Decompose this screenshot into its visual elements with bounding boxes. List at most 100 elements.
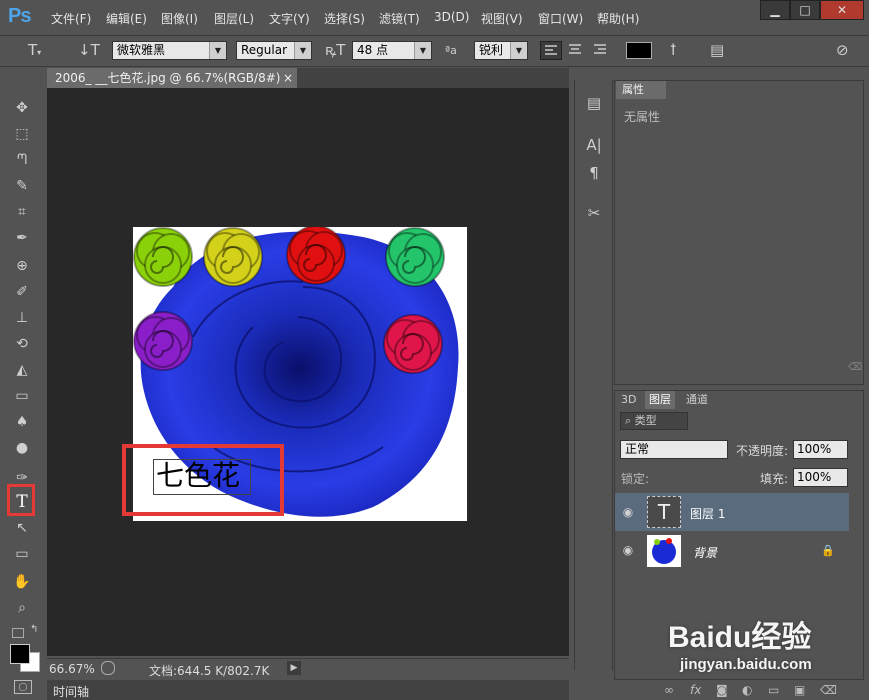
font-family-value: 微软雅黑 <box>117 43 166 57</box>
trash-icon: ⌫ <box>848 362 863 373</box>
paragraph-icon[interactable]: ¶ <box>583 162 605 184</box>
colored-rose <box>383 314 443 374</box>
align-left-button[interactable] <box>540 41 562 60</box>
chevron-down-icon: ▼ <box>209 42 226 59</box>
chevron-down-icon: ▼ <box>414 42 431 59</box>
path-selection-tool-icon[interactable]: ↖ <box>12 518 32 538</box>
colored-rose <box>203 227 263 287</box>
dodge-tool-icon[interactable]: ● <box>12 438 32 458</box>
document-info: 文档:644.5 K/802.7K <box>149 664 270 678</box>
layer-name[interactable]: 图层 1 <box>690 505 725 522</box>
lasso-tool-icon[interactable]: ᘉ <box>12 150 32 170</box>
baidu-watermark: Baidu经验 jingyan.baidu.com <box>668 602 868 700</box>
text-tool-preset-icon[interactable]: T▾ <box>28 42 41 61</box>
anti-alias-value: 锐利 <box>479 43 504 57</box>
tab-layers[interactable]: 图层 <box>645 391 675 409</box>
quick-mask-icon[interactable]: ◯ <box>14 680 32 694</box>
timeline-panel: 时间轴 <box>47 680 569 700</box>
opacity-input[interactable]: 100% <box>793 440 848 459</box>
menu-item[interactable]: 文字(Y) <box>269 10 310 27</box>
history-brush-tool-icon[interactable]: ⟲ <box>12 334 32 354</box>
anti-alias-icon: ªa <box>445 44 457 57</box>
menu-item[interactable]: 滤镜(T) <box>379 10 420 27</box>
zoom-level[interactable]: 66.67% <box>49 662 95 676</box>
font-size-value: 48 点 <box>357 43 389 57</box>
swap-colors-icon[interactable]: ↰ <box>30 624 38 635</box>
photoshop-logo: Ps <box>8 5 31 27</box>
lock-icon: 🔒 <box>821 544 835 557</box>
eye-icon[interactable]: ◉ <box>620 543 636 557</box>
menu-item[interactable]: 选择(S) <box>324 10 365 27</box>
shape-tool-icon[interactable]: ▭ <box>12 544 32 564</box>
properties-panel: ⌫ <box>614 80 864 385</box>
text-orientation-icon[interactable]: ↓T <box>78 42 100 59</box>
menu-item[interactable]: 帮助(H) <box>597 10 639 27</box>
properties-empty-text: 无属性 <box>624 110 661 124</box>
default-colors-icon[interactable] <box>12 628 24 638</box>
status-menu-arrow-icon[interactable]: ▶ <box>287 661 301 675</box>
text-color-swatch[interactable] <box>626 42 652 59</box>
opacity-value: 100% <box>797 442 832 456</box>
layer-row-text[interactable]: T 图层 1 <box>615 493 849 531</box>
cancel-icon[interactable]: ⊘ <box>836 42 849 59</box>
warp-text-icon[interactable]: ꝉ <box>670 42 676 59</box>
menu-item[interactable]: 视图(V) <box>481 10 523 27</box>
eye-icon[interactable]: ◉ <box>620 505 636 519</box>
fill-input[interactable]: 100% <box>793 468 848 487</box>
font-family-select[interactable]: 微软雅黑 ▼ <box>112 41 227 60</box>
quick-select-tool-icon[interactable]: ✎ <box>12 176 32 196</box>
layer-row-background[interactable]: 背景 🔒 <box>615 532 849 570</box>
menu-item[interactable]: 图层(L) <box>214 10 254 27</box>
marquee-tool-icon[interactable]: ⬚ <box>12 124 32 144</box>
tab-3d[interactable]: 3D <box>617 391 640 409</box>
blend-mode-value: 正常 <box>625 442 650 456</box>
anti-alias-select[interactable]: 锐利 ▼ <box>474 41 528 60</box>
zoom-tool-icon[interactable]: ⌕ <box>12 598 32 618</box>
menu-item[interactable]: 窗口(W) <box>538 10 583 27</box>
layer-filter-label: 类型 <box>634 414 657 427</box>
font-size-icon: ꝶT <box>325 41 346 59</box>
menu-item[interactable]: 编辑(E) <box>106 10 147 27</box>
eraser-tool-icon[interactable]: ◭ <box>12 360 32 380</box>
layer-filter-select[interactable]: ⌕ 类型 <box>620 412 688 430</box>
eyedropper-tool-icon[interactable]: ✒ <box>12 228 32 248</box>
layer-name[interactable]: 背景 <box>693 544 717 561</box>
hand-tool-icon[interactable]: ✋ <box>12 572 32 592</box>
gradient-tool-icon[interactable]: ▭ <box>12 386 32 406</box>
crop-tool-icon[interactable]: ⌗ <box>12 202 32 222</box>
foreground-color-swatch[interactable] <box>10 644 30 664</box>
font-style-select[interactable]: Regular ▼ <box>236 41 312 60</box>
stamp-tool-icon[interactable]: ⊥ <box>12 308 32 328</box>
timeline-label[interactable]: 时间轴 <box>53 683 89 700</box>
watermark-brand: Baidu经验 <box>668 621 812 654</box>
move-tool-icon[interactable]: ✥ <box>12 98 32 118</box>
character-panel-icon[interactable]: ▤ <box>710 42 724 59</box>
font-style-value: Regular <box>241 43 288 57</box>
close-tab-icon[interactable]: × <box>283 68 293 88</box>
watermark-url: jingyan.baidu.com <box>680 656 812 673</box>
blend-mode-select[interactable]: 正常 <box>620 440 728 459</box>
colored-rose <box>133 227 193 287</box>
tool-presets-icon[interactable]: ✂ <box>583 202 605 224</box>
font-size-select[interactable]: 48 点 ▼ <box>352 41 432 60</box>
healing-brush-tool-icon[interactable]: ⊕ <box>12 256 32 276</box>
align-center-button[interactable] <box>565 41 587 60</box>
background-layer-thumbnail <box>647 535 681 567</box>
close-window-button[interactable]: ✕ <box>820 0 864 20</box>
tab-channels[interactable]: 通道 <box>682 391 712 409</box>
menu-item[interactable]: 文件(F) <box>51 10 91 27</box>
character-icon[interactable]: A| <box>583 134 605 156</box>
brush-tool-icon[interactable]: ✐ <box>12 282 32 302</box>
minimize-button[interactable]: ▁ <box>760 0 790 20</box>
tab-properties[interactable]: 属性 <box>616 81 666 99</box>
status-info-icon[interactable] <box>101 661 115 675</box>
maximize-button[interactable]: □ <box>790 0 820 20</box>
menu-item[interactable]: 图像(I) <box>161 10 198 27</box>
document-tab[interactable]: 2006_ __七色花.jpg @ 66.7%(RGB/8#) × <box>47 68 297 88</box>
colored-rose <box>286 227 346 285</box>
align-right-button[interactable] <box>590 41 612 60</box>
blur-tool-icon[interactable]: ♠ <box>12 412 32 432</box>
history-icon[interactable]: ▤ <box>583 92 605 114</box>
menu-item[interactable]: 3D(D) <box>434 10 469 24</box>
options-bar: T▾ ↓T 微软雅黑 ▼ Regular ▼ ꝶT 48 点 ▼ ªa 锐利 ▼… <box>0 35 869 67</box>
